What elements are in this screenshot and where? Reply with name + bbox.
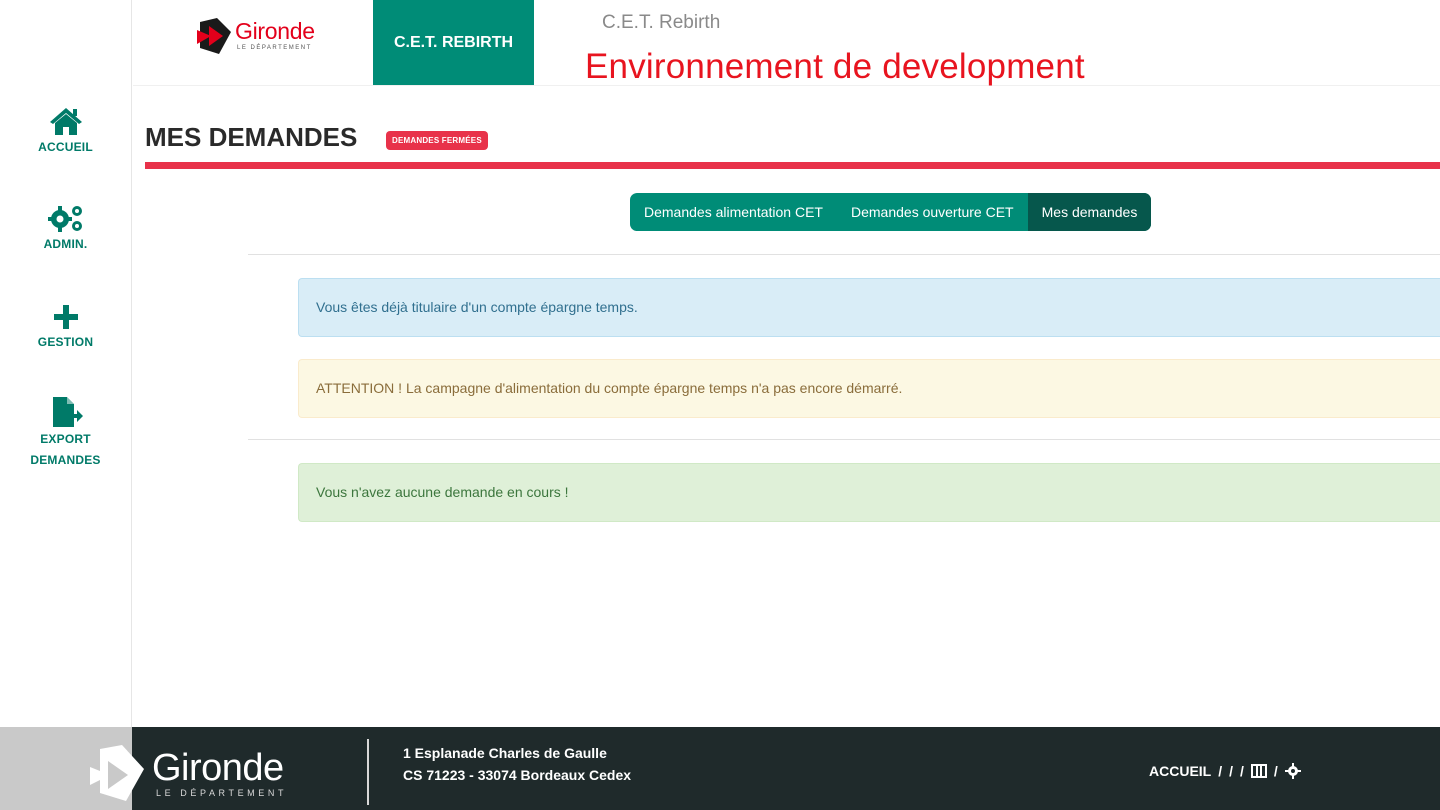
sidebar-item-label: EXPORT <box>40 432 91 446</box>
logo-subtitle: LE DÉPARTEMENT <box>237 45 312 51</box>
sidebar-item-admin[interactable]: ADMIN. <box>0 203 131 255</box>
address-line-1: 1 Esplanade Charles de Gaulle <box>403 745 607 761</box>
divider <box>248 254 1440 255</box>
gironde-logo-icon <box>197 18 231 54</box>
success-alert: Vous n'avez aucune demande en cours ! <box>298 463 1440 522</box>
status-badge: DEMANDES FERMÉES <box>386 131 488 150</box>
page-title: MES DEMANDES <box>145 122 358 152</box>
logo-word: Gironde <box>235 18 315 44</box>
footer: Gironde LE DÉPARTEMENT 1 Esplanade Charl… <box>0 727 1440 810</box>
footer-nav: ACCUEIL / / / / <box>1149 763 1301 779</box>
sidebar-item-gestion[interactable]: GESTION <box>0 303 131 353</box>
address-line-2: CS 71223 - 33074 Bordeaux Cedex <box>403 767 632 783</box>
flag-icon[interactable] <box>1250 764 1267 778</box>
sidebar-item-accueil[interactable]: ACCUEIL <box>0 106 131 158</box>
sidebar-item-label: GESTION <box>37 335 94 349</box>
footer-separator-slash: / <box>1273 763 1278 779</box>
footer-gironde-logo: Gironde LE DÉPARTEMENT <box>88 743 318 803</box>
footer-address: 1 Esplanade Charles de Gaulle CS 71223 -… <box>403 742 631 786</box>
sidebar-item-label-line2: DEMANDES <box>30 453 101 467</box>
footer-separator-slash: / <box>1229 763 1234 779</box>
footer-logo-subtitle: LE DÉPARTEMENT <box>156 788 288 798</box>
sidebar: ACCUEIL ADMIN. GESTION EXPORT DEMANDES <box>0 0 132 727</box>
file-export-icon <box>52 397 83 427</box>
sidebar-item-export-demandes[interactable]: EXPORT DEMANDES <box>0 396 131 470</box>
footer-separator-slash: / <box>1218 763 1223 779</box>
divider <box>248 439 1440 440</box>
gears-icon <box>47 206 82 232</box>
gear-icon[interactable] <box>1284 763 1301 779</box>
app-tab[interactable]: C.E.T. REBIRTH <box>373 0 534 85</box>
warning-alert: ATTENTION ! La campagne d'alimentation d… <box>298 359 1440 418</box>
home-icon <box>49 108 82 135</box>
info-alert: Vous êtes déjà titulaire d'un compte épa… <box>298 278 1440 337</box>
tab-mes-demandes[interactable]: Mes demandes <box>1027 193 1152 231</box>
header: Gironde LE DÉPARTEMENT C.E.T. REBIRTH C.… <box>133 0 1440 86</box>
tab-demandes-alimentation[interactable]: Demandes alimentation CET <box>630 193 837 231</box>
sidebar-item-label: ADMIN. <box>43 237 88 251</box>
tab-demandes-ouverture[interactable]: Demandes ouverture CET <box>837 193 1028 231</box>
footer-link-accueil[interactable]: ACCUEIL <box>1149 763 1211 779</box>
title-rule <box>145 162 1440 169</box>
request-tabs: Demandes alimentation CET Demandes ouver… <box>630 193 1152 231</box>
environment-label: Environnement de development <box>585 47 1085 86</box>
sidebar-item-label: ACCUEIL <box>38 140 93 154</box>
footer-separator-slash: / <box>1240 763 1244 779</box>
plus-icon <box>53 305 78 329</box>
app-name: C.E.T. Rebirth <box>602 12 721 33</box>
footer-separator <box>367 739 369 805</box>
gironde-logo[interactable]: Gironde LE DÉPARTEMENT <box>195 14 340 58</box>
footer-logo-word: Gironde <box>152 747 284 789</box>
gironde-logo-icon <box>90 745 144 801</box>
